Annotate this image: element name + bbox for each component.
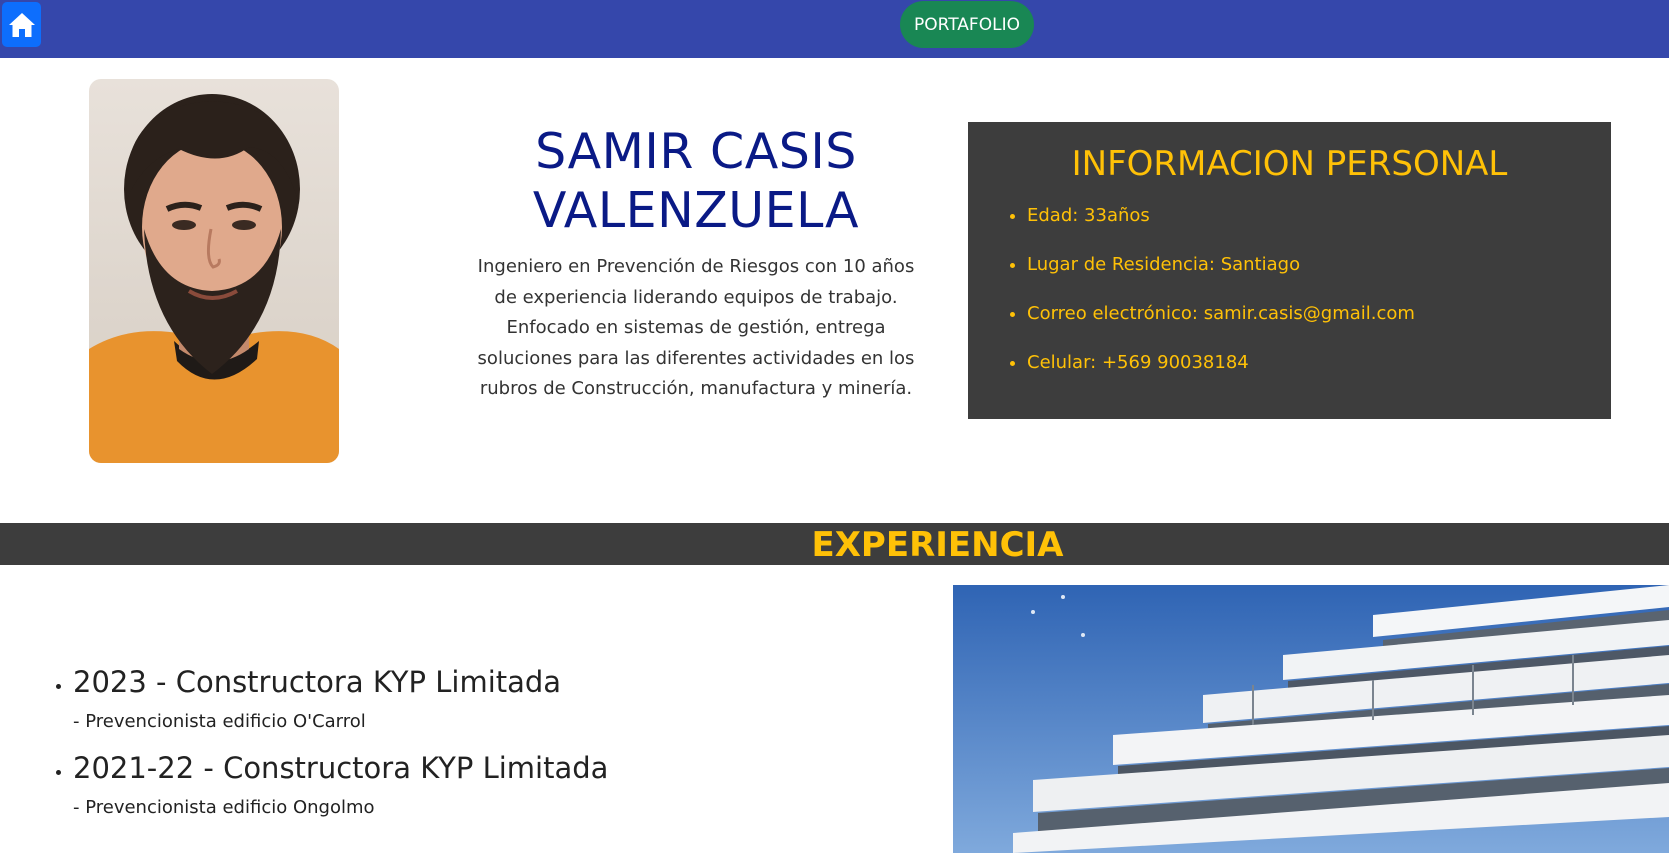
house-icon — [8, 12, 35, 37]
personal-info-title: INFORMACION PERSONAL — [1071, 144, 1508, 184]
building-image — [953, 585, 1669, 853]
info-phone: Celular: +569 90038184 — [1027, 349, 1415, 398]
experience-item: 2023 - Constructora KYP Limitada - Preve… — [73, 660, 608, 737]
profile-summary: Ingeniero en Prevención de Riesgos con 1… — [477, 256, 915, 399]
experience-header: EXPERIENCIA — [0, 523, 1669, 565]
experience-heading: 2023 - Constructora KYP Limitada — [73, 665, 562, 699]
profile-photo — [89, 79, 339, 463]
experience-item: 2021-22 - Constructora KYP Limitada - Pr… — [73, 746, 608, 823]
top-navbar: PORTAFOLIO — [0, 0, 1669, 58]
personal-info-panel: INFORMACION PERSONAL Edad: 33años Lugar … — [968, 122, 1611, 419]
experience-role: - Prevencionista edificio Ongolmo — [73, 797, 375, 818]
info-email: Correo electrónico: samir.casis@gmail.co… — [1027, 300, 1415, 349]
person-name: SAMIR CASIS VALENZUELA — [532, 123, 860, 239]
personal-info-list: Edad: 33años Lugar de Residencia: Santia… — [968, 202, 1415, 398]
experience-role: - Prevencionista edificio O'Carrol — [73, 711, 366, 732]
portfolio-button[interactable]: PORTAFOLIO — [900, 1, 1034, 48]
info-residence: Lugar de Residencia: Santiago — [1027, 251, 1415, 300]
experience-heading: 2021-22 - Constructora KYP Limitada — [73, 751, 609, 785]
home-button[interactable] — [2, 2, 41, 47]
info-age: Edad: 33años — [1027, 202, 1415, 251]
experience-list: 2023 - Constructora KYP Limitada - Preve… — [0, 660, 608, 823]
experience-title: EXPERIENCIA — [811, 525, 1064, 565]
